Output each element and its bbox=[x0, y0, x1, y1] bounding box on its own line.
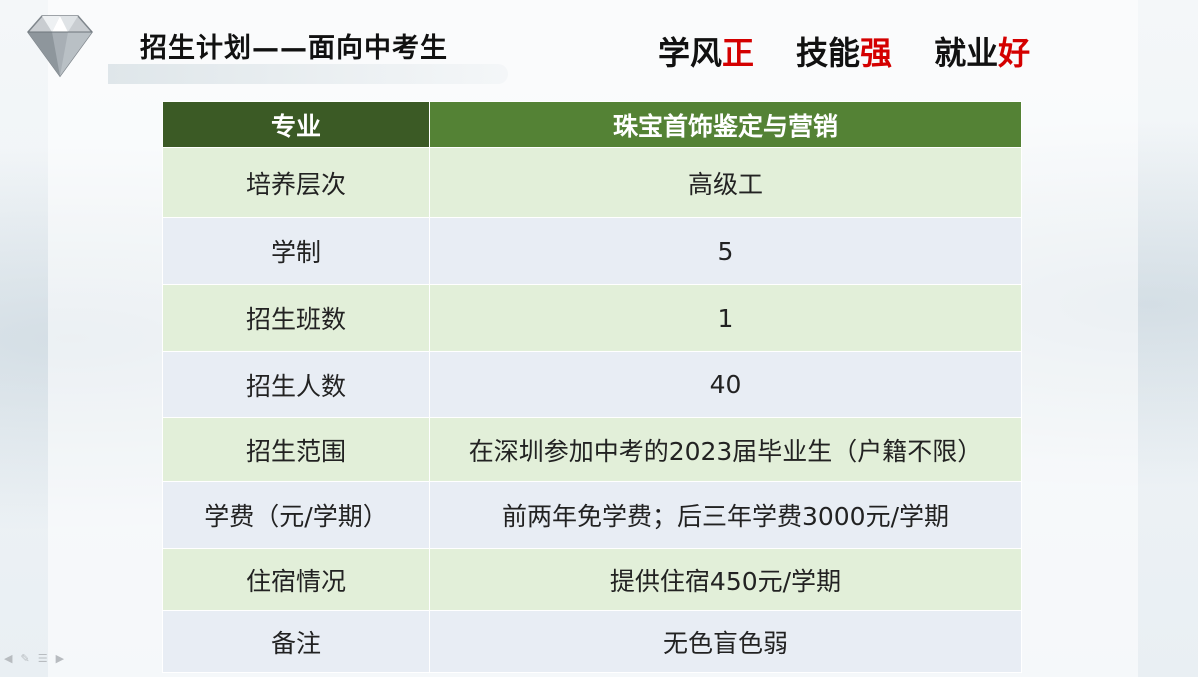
next-icon[interactable]: ▶ bbox=[56, 652, 64, 665]
slogan-skill: 技能强 bbox=[796, 34, 893, 72]
row-label: 备注 bbox=[162, 610, 430, 673]
page-title: 招生计划——面向中考生 bbox=[140, 33, 448, 64]
slogan-study: 学风正 bbox=[658, 34, 755, 72]
table-row: 学费（元/学期） 前两年免学费；后三年学费3000元/学期 bbox=[162, 481, 1022, 549]
row-label: 招生人数 bbox=[162, 351, 430, 418]
row-label: 招生范围 bbox=[162, 417, 430, 482]
menu-icon[interactable]: ☰ bbox=[38, 652, 48, 665]
slogan-group: 学风正 技能强 就业好 bbox=[658, 28, 1030, 74]
row-label: 学制 bbox=[162, 217, 430, 285]
table-header-row: 专业 珠宝首饰鉴定与营销 bbox=[162, 101, 1022, 148]
row-value: 提供住宿450元/学期 bbox=[429, 548, 1022, 611]
row-value: 无色盲色弱 bbox=[429, 610, 1022, 673]
table-row: 招生范围 在深圳参加中考的2023届毕业生（户籍不限） bbox=[162, 417, 1022, 482]
row-value: 前两年免学费；后三年学费3000元/学期 bbox=[429, 481, 1022, 549]
table-row: 住宿情况 提供住宿450元/学期 bbox=[162, 548, 1022, 611]
row-value: 在深圳参加中考的2023届毕业生（户籍不限） bbox=[429, 417, 1022, 482]
slideshow-controls: ◀ ✎ ☰ ▶ bbox=[4, 652, 64, 665]
enrollment-plan-table: 专业 珠宝首饰鉴定与营销 培养层次 高级工 学制 5 招生班数 1 招生人数 4… bbox=[162, 101, 1022, 673]
table-row: 备注 无色盲色弱 bbox=[162, 610, 1022, 673]
prev-icon[interactable]: ◀ bbox=[4, 652, 12, 665]
row-label: 学费（元/学期） bbox=[162, 481, 430, 549]
row-value: 高级工 bbox=[429, 147, 1022, 218]
row-value: 1 bbox=[429, 284, 1022, 352]
table-row: 培养层次 高级工 bbox=[162, 147, 1022, 218]
table-row: 招生班数 1 bbox=[162, 284, 1022, 352]
row-value: 5 bbox=[429, 217, 1022, 285]
title-underline-bar bbox=[108, 64, 508, 84]
row-value: 40 bbox=[429, 351, 1022, 418]
table-row: 学制 5 bbox=[162, 217, 1022, 285]
row-label: 住宿情况 bbox=[162, 548, 430, 611]
slogan-employment: 就业好 bbox=[934, 34, 1031, 72]
diamond-icon bbox=[27, 15, 93, 78]
header-major-label: 专业 bbox=[162, 101, 430, 148]
table-row: 招生人数 40 bbox=[162, 351, 1022, 418]
row-label: 招生班数 bbox=[162, 284, 430, 352]
pen-icon[interactable]: ✎ bbox=[20, 652, 29, 665]
header-major-name: 珠宝首饰鉴定与营销 bbox=[429, 101, 1022, 148]
row-label: 培养层次 bbox=[162, 147, 430, 218]
